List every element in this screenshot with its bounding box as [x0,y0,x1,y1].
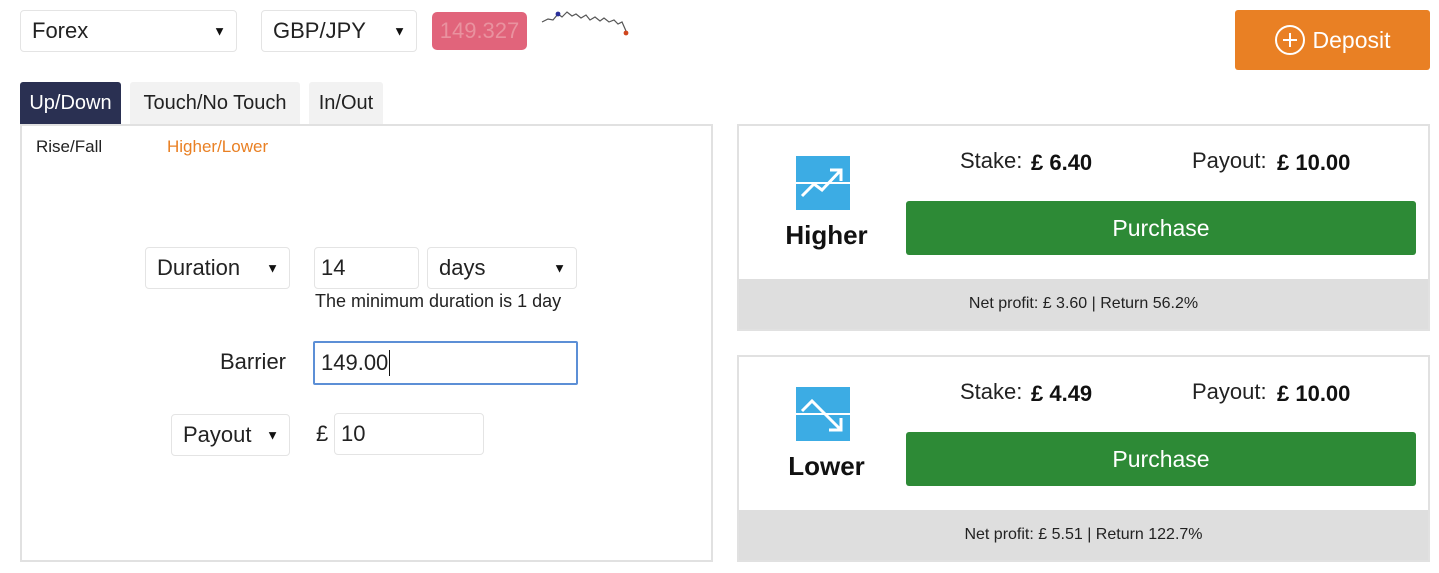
duration-amount-value: 14 [321,255,346,280]
purchase-button-label: Purchase [1112,445,1210,472]
spot-price-value: 149.327 [439,18,520,43]
amount-type-value: Payout [183,422,252,447]
duration-type-select[interactable]: Duration ▼ [145,247,290,289]
chevron-down-icon: ▼ [266,427,279,443]
text-cursor [389,350,391,376]
chevron-down-icon: ▼ [266,260,279,276]
trend-up-icon [796,156,850,210]
contract-name: Lower [788,451,865,481]
spot-price-badge: 149.327 [432,12,527,50]
payout-label: Payout: [1192,148,1267,173]
duration-unit-value: days [439,255,486,280]
stake-label: Stake: [960,148,1023,173]
payout-value: £ 10.00 [1277,150,1351,175]
market-select[interactable]: Forex ▼ [20,10,237,52]
trend-down-icon [796,387,850,441]
stake-value: £ 6.40 [1031,150,1093,175]
sparkline-current-marker [623,30,629,36]
symbol-select[interactable]: GBP/JPY ▼ [261,10,417,52]
tab-up-down[interactable]: Up/Down [20,82,121,125]
net-profit-text: Net profit: £ 5.51 | Return 122.7% [964,526,1203,543]
plus-circle-icon [1274,25,1305,55]
duration-type-value: Duration [157,255,241,280]
tab-in-out[interactable]: In/Out [309,82,383,125]
duration-hint: The minimum duration is 1 day [315,291,562,311]
subtab-rise-fall[interactable]: Rise/Fall [36,137,102,157]
duration-amount-input[interactable]: 14 [314,247,419,289]
contract-footer: Net profit: £ 3.60 | Return 56.2% [739,279,1428,329]
currency-symbol: £ [316,421,329,446]
market-select-value: Forex [32,18,89,43]
tab-label: Up/Down [29,92,112,114]
net-profit-text: Net profit: £ 3.60 | Return 56.2% [968,295,1199,312]
payout-value: £ 10.00 [1277,381,1351,406]
price-sparkline [541,11,629,36]
contract-card-higher: Higher Stake: £ 6.40 Payout: £ 10.00 Pur… [737,124,1430,331]
sparkline-high-marker [555,11,561,17]
stake-label: Stake: [960,379,1023,404]
stake-value: £ 4.49 [1031,381,1093,406]
subtab-higher-lower[interactable]: Higher/Lower [167,137,268,157]
tab-label: Touch/No Touch [143,92,287,114]
barrier-label: Barrier [220,349,287,374]
amount-input[interactable]: 10 [334,413,484,455]
barrier-value: 149.00 [321,350,389,375]
symbol-select-value: GBP/JPY [273,18,366,43]
purchase-button[interactable]: Purchase [906,201,1416,255]
chevron-down-icon: ▼ [553,260,566,276]
amount-value: 10 [341,421,366,446]
chevron-down-icon: ▼ [393,23,406,39]
deposit-button-label: Deposit [1312,26,1391,53]
purchase-button-label: Purchase [1112,214,1210,241]
deposit-button[interactable]: Deposit [1235,10,1430,70]
purchase-button[interactable]: Purchase [906,432,1416,486]
payout-label: Payout: [1192,379,1267,404]
contract-name: Higher [785,220,868,250]
chevron-down-icon: ▼ [213,23,226,39]
amount-type-select[interactable]: Payout ▼ [171,414,290,456]
tab-label: In/Out [318,92,374,114]
contract-card-lower: Lower Stake: £ 4.49 Payout: £ 10.00 Purc… [737,355,1430,562]
barrier-input[interactable]: 149.00 [313,341,578,385]
duration-unit-select[interactable]: days ▼ [427,247,577,289]
tab-touch-no-touch[interactable]: Touch/No Touch [130,82,300,125]
contract-footer: Net profit: £ 5.51 | Return 122.7% [739,510,1428,560]
